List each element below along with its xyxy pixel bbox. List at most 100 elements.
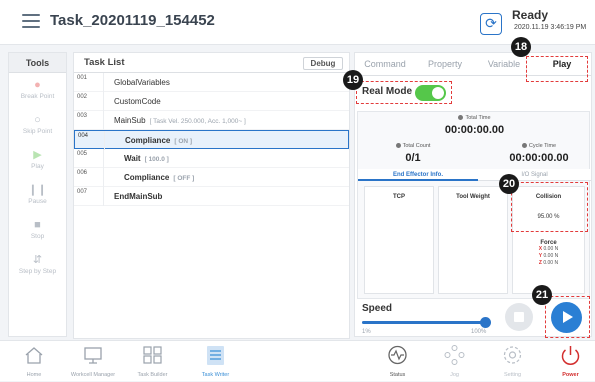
subtab-io-signal[interactable]: I/O Signal	[478, 169, 591, 181]
jog-icon	[444, 345, 465, 365]
task-row[interactable]: 002 CustomCode	[74, 92, 349, 111]
play-icon: ▶	[33, 149, 42, 161]
task-row[interactable]: 005 Wait[ 100.0 ]	[74, 149, 349, 168]
home-icon	[25, 347, 43, 364]
tool-label: Pause	[28, 198, 47, 205]
nav-jog[interactable]: Jog	[432, 341, 477, 382]
task-list-panel: Task List Debug 001 GlobalVariables 002 …	[73, 52, 350, 339]
nav-setting[interactable]: Setting	[490, 341, 535, 382]
nav-home[interactable]: Home	[14, 341, 54, 382]
nav-label: Workcell Manager	[70, 372, 116, 378]
tool-label: Stop	[30, 233, 45, 240]
tool-weight-card: Tool Weight	[438, 186, 508, 294]
task-row[interactable]: 003 MainSub[ Task Vel. 250.000, Acc. 1,0…	[74, 111, 349, 130]
task-row[interactable]: 001 GlobalVariables	[74, 73, 349, 92]
callout-badge-19: 19	[343, 70, 363, 90]
break-point-button[interactable]: ● Break Point	[9, 73, 66, 108]
pause-icon: ❙❙	[28, 184, 47, 196]
force-axis: Y	[538, 253, 543, 259]
stop-button[interactable]	[505, 303, 533, 331]
row-command: EndMainSub	[114, 192, 163, 201]
stop-icon: ■	[34, 219, 41, 231]
skip-icon: ○	[34, 114, 41, 126]
task-row[interactable]: 007 EndMainSub	[74, 187, 349, 206]
task-row[interactable]: 006 Compliance[ OFF ]	[74, 168, 349, 187]
total-time-label: Total Time	[358, 115, 591, 121]
subtab-end-effector-info[interactable]: End Effector Info.	[358, 169, 478, 181]
callout-highlight-play-tab	[526, 56, 588, 82]
row-number: 006	[74, 168, 104, 187]
task-writer-icon	[207, 346, 224, 365]
nav-label: Jog	[450, 372, 459, 378]
row-command: GlobalVariables	[114, 78, 170, 87]
tools-panel: Tools ● Break Point ○ Skip Point ▶ Play …	[8, 52, 67, 337]
nav-label: Power	[562, 372, 579, 378]
tool-label: Play	[31, 163, 44, 170]
tcp-card: TCP	[364, 186, 434, 294]
tab-property[interactable]: Property	[415, 53, 475, 76]
workcell-icon	[84, 347, 102, 364]
force-axis: Z	[538, 260, 542, 266]
row-param: [ Task Vel. 250.000, Acc. 1,000~ ]	[149, 118, 246, 125]
row-number: 004	[75, 131, 105, 150]
nav-task-writer[interactable]: Task Writer	[193, 341, 238, 382]
force-value: 0.00 N	[543, 260, 559, 266]
speed-max-label: 100%	[471, 329, 487, 335]
row-command-wrap: Wait[ 100.0 ]	[124, 154, 169, 163]
callout-badge-21: 21	[532, 285, 552, 305]
cycle-time-label: Cycle Time	[484, 143, 594, 149]
nav-label: Home	[26, 372, 42, 378]
tab-command[interactable]: Command	[355, 53, 415, 76]
speed-min-label: 1%	[362, 329, 371, 335]
hamburger-menu-icon[interactable]	[22, 14, 40, 28]
status-timestamp: 2020.11.19 3:46:19 PM	[514, 24, 587, 31]
task-builder-icon	[143, 346, 162, 364]
step-icon: ⇵	[32, 254, 43, 266]
callout-badge-20: 20	[499, 174, 519, 194]
row-command: MainSub	[114, 116, 146, 125]
robot-status-label: Ready	[512, 8, 549, 22]
clock-icon	[458, 115, 464, 121]
stop-icon	[514, 312, 524, 322]
force-z: Z 0.00 N	[513, 260, 584, 267]
task-list-title: Task List	[84, 57, 125, 68]
play-tool-button[interactable]: ▶ Play	[9, 143, 66, 178]
tool-label: Step by Step	[18, 268, 57, 275]
force-y: Y 0.00 N	[513, 253, 584, 260]
task-row-selected[interactable]: 004 Compliance[ ON ]	[74, 130, 349, 150]
row-command-wrap: EndMainSub	[114, 192, 162, 201]
pause-tool-button[interactable]: ❙❙ Pause	[9, 178, 66, 213]
nav-power[interactable]: Power	[548, 341, 593, 382]
nav-workcell-manager[interactable]: Workcell Manager	[68, 341, 118, 382]
callout-highlight-play-button	[545, 296, 590, 338]
cycle-time-label-text: Cycle Time	[528, 143, 557, 149]
force-x: X 0.00 N	[513, 246, 584, 253]
row-command-wrap: MainSub[ Task Vel. 250.000, Acc. 1,000~ …	[114, 116, 246, 125]
record-icon: ●	[34, 79, 41, 91]
task-title: Task_20201119_154452	[50, 12, 215, 29]
step-by-step-button[interactable]: ⇵ Step by Step	[9, 248, 66, 283]
total-count-value: 0/1	[405, 152, 421, 164]
row-command: Compliance	[125, 136, 171, 145]
task-list-header: Task List Debug	[74, 53, 349, 73]
force-value: 0.00 N	[543, 253, 559, 259]
row-param: [ 100.0 ]	[144, 156, 169, 163]
callout-badge-18: 18	[511, 37, 531, 57]
row-command-wrap: Compliance[ OFF ]	[124, 173, 194, 182]
speed-slider[interactable]	[362, 317, 491, 328]
refresh-status-icon[interactable]: ⟳	[480, 13, 502, 35]
nav-status[interactable]: Status	[375, 341, 420, 382]
row-param: [ OFF ]	[173, 175, 195, 182]
nav-label: Setting	[503, 372, 522, 378]
skip-point-button[interactable]: ○ Skip Point	[9, 108, 66, 143]
count-icon	[395, 143, 401, 149]
speed-slider-handle[interactable]	[480, 317, 491, 328]
nav-task-builder[interactable]: Task Builder	[130, 341, 175, 382]
nav-label: Task Builder	[137, 372, 168, 378]
speed-label: Speed	[362, 303, 393, 314]
bottom-navigation: Home Workcell Manager Task Builder Task …	[0, 340, 595, 381]
nav-label: Status	[389, 372, 406, 378]
stop-tool-button[interactable]: ■ Stop	[9, 213, 66, 248]
debug-button[interactable]: Debug	[303, 57, 343, 70]
callout-highlight-real-mode	[356, 81, 452, 104]
